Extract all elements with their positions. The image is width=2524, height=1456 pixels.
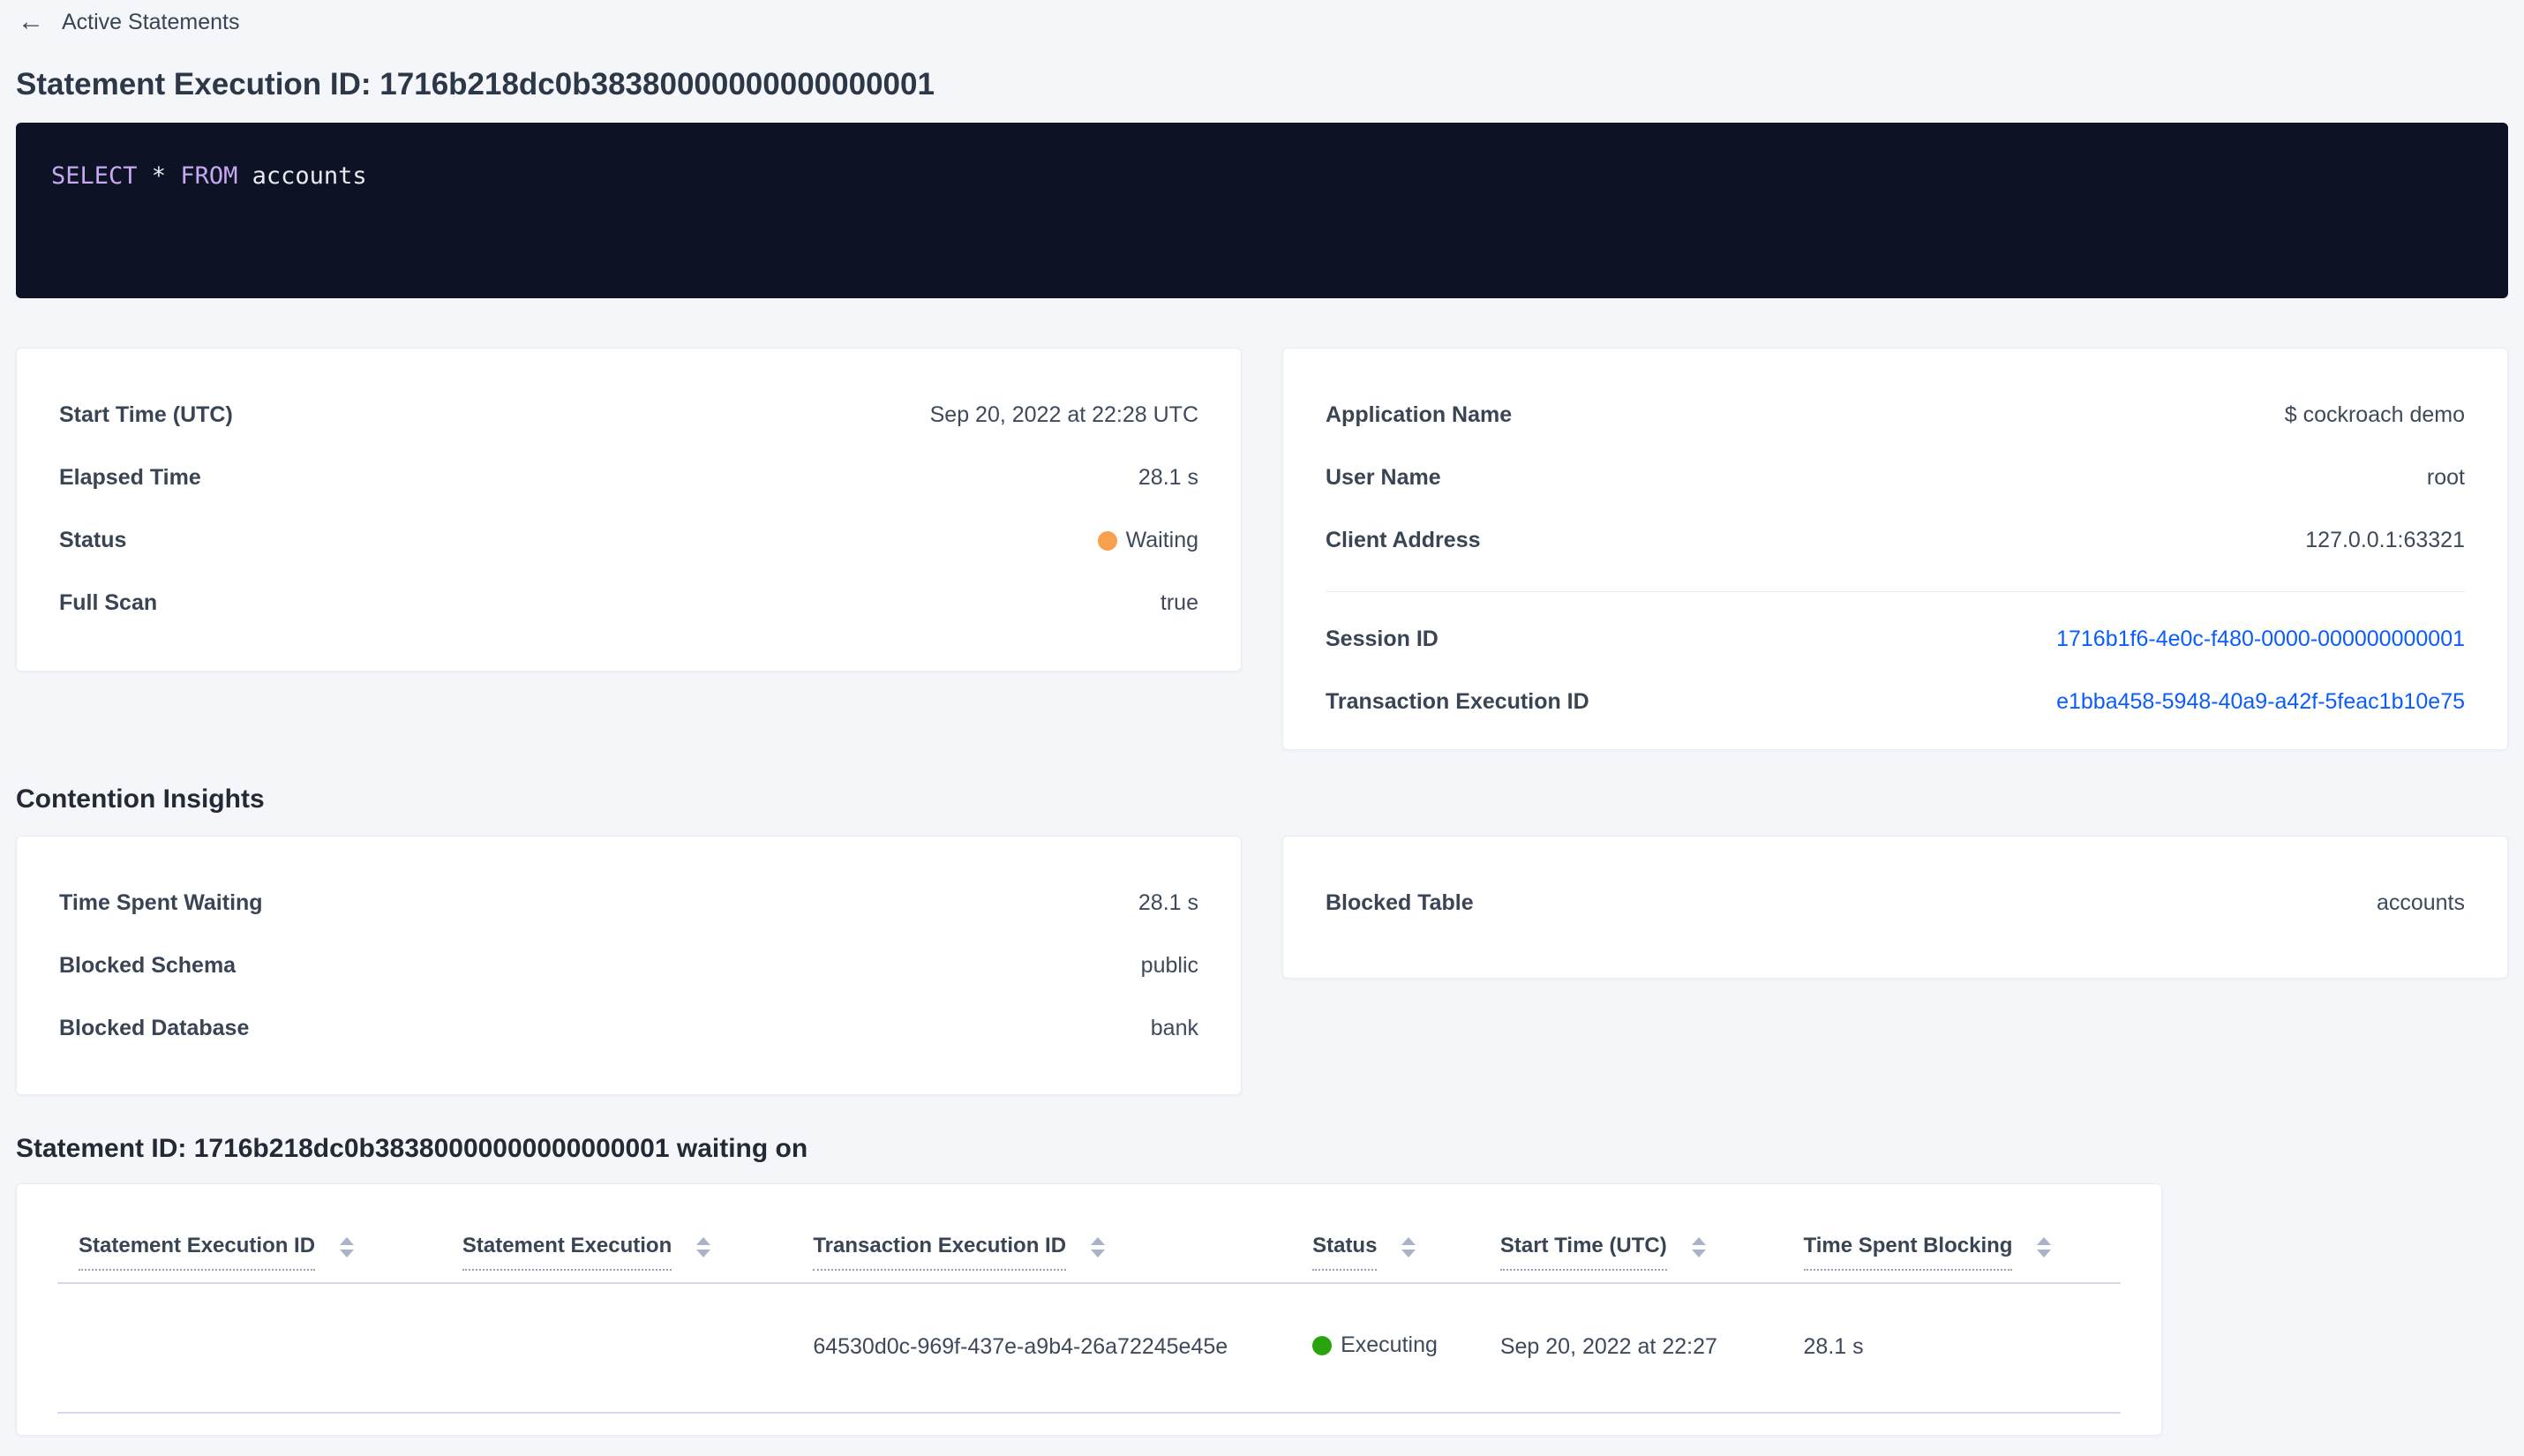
column-header-statement-execution-id[interactable]: Statement Execution ID [57,1184,441,1284]
page-title: Statement Execution ID: 1716b218dc0b3838… [16,67,935,101]
start-time-label: Start Time (UTC) [59,402,233,427]
start-time-value: Sep 20, 2022 at 22:28 UTC [929,402,1198,427]
contention-cards-row: Time Spent Waiting 28.1 s Blocked Schema… [16,836,2508,1095]
sql-keyword-select: SELECT [51,162,138,190]
status-row: Status Waiting [59,529,1198,552]
status-label: Status [59,528,127,552]
client-address-row: Client Address 127.0.0.1:63321 [1326,529,2465,552]
contention-insights-heading: Contention Insights [16,784,265,814]
column-header-start-time[interactable]: Start Time (UTC) [1478,1184,1783,1284]
sort-icon[interactable] [2037,1237,2052,1257]
execution-details-card: Start Time (UTC) Sep 20, 2022 at 22:28 U… [16,348,1242,672]
blocked-table-card: Blocked Table accounts [1282,836,2508,979]
elapsed-time-label: Elapsed Time [59,465,201,490]
transaction-execution-id-link[interactable]: e1bba458-5948-40a9-a42f-5feac1b10e75 [2056,690,2465,714]
sql-keyword-from: FROM [180,162,238,190]
blocked-table-label: Blocked Table [1326,890,1474,915]
status-value: Waiting [1097,528,1198,552]
column-header-transaction-execution-id[interactable]: Transaction Execution ID [792,1184,1292,1284]
column-header-status[interactable]: Status [1291,1184,1479,1284]
session-id-link[interactable]: 1716b1f6-4e0c-f480-0000-000000000001 [2056,627,2465,651]
status-text: Executing [1341,1332,1438,1357]
sort-icon[interactable] [696,1237,711,1257]
blocked-database-value: bank [1150,1016,1198,1040]
table-header-row: Statement Execution ID Statement Executi… [57,1184,2121,1284]
session-details-card: Application Name $ cockroach demo User N… [1282,348,2508,750]
column-header-time-spent-blocking[interactable]: Time Spent Blocking [1782,1184,2121,1284]
statement-execution-page: ← Active Statements Statement Execution … [0,0,2524,1436]
column-label: Transaction Execution ID [813,1234,1067,1271]
sort-icon[interactable] [1091,1237,1106,1257]
blocked-database-label: Blocked Database [59,1016,250,1040]
cell-transaction-execution-id: 64530d0c-969f-437e-a9b4-26a72245e45e [792,1283,1292,1414]
blocked-database-row: Blocked Database bank [59,1017,1198,1040]
application-name-row: Application Name $ cockroach demo [1326,403,2465,427]
blocked-table-row: Blocked Table accounts [1326,891,2465,915]
cell-status: Executing [1291,1283,1479,1414]
blocked-schema-value: public [1140,953,1198,978]
application-name-label: Application Name [1326,402,1513,427]
user-name-label: User Name [1326,465,1441,490]
transaction-execution-id-row: Transaction Execution ID e1bba458-5948-4… [1326,690,2465,714]
column-label: Start Time (UTC) [1499,1234,1667,1271]
contention-insights-card: Time Spent Waiting 28.1 s Blocked Schema… [16,836,1242,1095]
back-arrow-icon: ← [18,7,44,36]
application-name-value: $ cockroach demo [2284,402,2465,427]
time-spent-waiting-label: Time Spent Waiting [59,890,263,915]
waiting-on-table-card: Statement Execution ID Statement Executi… [16,1183,2162,1436]
column-label: Statement Execution [462,1234,672,1271]
sql-statement-box: SELECT * FROM accounts [16,123,2508,298]
client-address-label: Client Address [1326,528,1481,552]
elapsed-time-row: Elapsed Time 28.1 s [59,466,1198,490]
time-spent-waiting-value: 28.1 s [1138,890,1198,915]
blocked-schema-label: Blocked Schema [59,953,237,978]
cell-statement-execution-id [57,1283,441,1414]
column-label: Status [1312,1234,1378,1271]
session-id-label: Session ID [1326,627,1439,651]
sort-icon[interactable] [1691,1237,1706,1257]
details-cards-row: Start Time (UTC) Sep 20, 2022 at 22:28 U… [16,348,2508,750]
session-card-divider [1326,591,2465,592]
full-scan-value: true [1160,590,1198,615]
full-scan-label: Full Scan [59,590,158,615]
waiting-on-table: Statement Execution ID Statement Executi… [57,1184,2121,1414]
start-time-row: Start Time (UTC) Sep 20, 2022 at 22:28 U… [59,403,1198,427]
waiting-status-dot-icon [1097,530,1117,551]
cell-start-time: Sep 20, 2022 at 22:27 [1478,1283,1783,1414]
cell-time-spent-blocking: 28.1 s [1782,1283,2121,1414]
client-address-value: 127.0.0.1:63321 [2305,528,2465,552]
sql-table-name: accounts [237,162,367,190]
waiting-on-heading: Statement ID: 1716b218dc0b38380000000000… [16,1134,808,1163]
time-spent-waiting-row: Time Spent Waiting 28.1 s [59,891,1198,915]
executing-status-dot-icon [1312,1335,1333,1355]
user-name-row: User Name root [1326,466,2465,490]
column-label: Time Spent Blocking [1803,1234,2013,1271]
blocked-table-value: accounts [2376,890,2465,915]
transaction-execution-id-label: Transaction Execution ID [1326,689,1589,714]
status-text: Waiting [1125,528,1198,552]
sort-icon[interactable] [1401,1237,1416,1257]
sort-icon[interactable] [340,1237,355,1257]
cell-statement-execution [440,1283,793,1414]
back-to-active-statements-link[interactable]: ← Active Statements [16,5,241,39]
column-header-statement-execution[interactable]: Statement Execution [440,1184,793,1284]
elapsed-time-value: 28.1 s [1138,465,1198,490]
table-row: 64530d0c-969f-437e-a9b4-26a72245e45e Exe… [57,1283,2121,1414]
user-name-value: root [2426,465,2465,490]
full-scan-row: Full Scan true [59,591,1198,615]
back-link-label: Active Statements [62,9,240,34]
sql-text: * [137,162,181,190]
column-label: Statement Execution ID [79,1234,316,1271]
blocked-schema-row: Blocked Schema public [59,954,1198,978]
session-id-row: Session ID 1716b1f6-4e0c-f480-0000-00000… [1326,627,2465,651]
